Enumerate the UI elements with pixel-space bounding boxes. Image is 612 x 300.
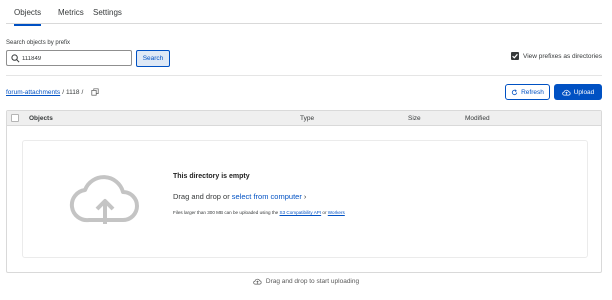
- tab-bar: Objects Metrics Settings: [6, 0, 602, 26]
- breadcrumb-separator: /: [81, 88, 84, 96]
- divider: [6, 75, 602, 76]
- search-input[interactable]: [22, 53, 127, 64]
- empty-state-note: Files larger than 300 MB can be uploaded…: [173, 210, 345, 215]
- breadcrumb: forum-attachments / 1118 /: [6, 88, 99, 96]
- search-button[interactable]: Search: [136, 50, 170, 67]
- view-prefixes-label: View prefixes as directories: [523, 52, 602, 60]
- cloud-upload-icon: [69, 175, 139, 224]
- chevron-right-icon: ›: [303, 192, 307, 201]
- drag-prefix-text: Drag and drop or: [173, 192, 230, 201]
- workers-link[interactable]: Workers: [328, 210, 345, 215]
- column-header-type[interactable]: Type: [300, 115, 314, 122]
- cloud-upload-icon: [562, 89, 571, 95]
- objects-table: Objects Type Size Modified This director…: [6, 110, 602, 273]
- empty-state-drag-text: Drag and drop or select from computer ›: [173, 192, 306, 201]
- tab-metrics[interactable]: Metrics: [58, 8, 84, 17]
- refresh-icon: [512, 89, 518, 95]
- tab-settings[interactable]: Settings: [93, 8, 122, 17]
- select-from-computer-link[interactable]: select from computer: [232, 192, 302, 201]
- column-header-objects[interactable]: Objects: [29, 115, 53, 122]
- table-header: Objects Type Size Modified: [7, 111, 601, 126]
- upload-button[interactable]: Upload: [554, 84, 602, 100]
- note-prefix-text: Files larger than 300 MB can be uploaded…: [173, 210, 279, 215]
- upload-label: Upload: [573, 88, 595, 96]
- refresh-button[interactable]: Refresh: [505, 84, 550, 100]
- note-mid-text: or: [322, 210, 327, 215]
- footer-hint-text: Drag and drop to start uploading: [265, 278, 360, 285]
- empty-state-title: This directory is empty: [173, 173, 250, 180]
- copy-icon[interactable]: [91, 88, 99, 96]
- cloud-upload-icon: [253, 278, 262, 285]
- breadcrumb-bucket-link[interactable]: forum-attachments: [6, 89, 60, 96]
- tab-objects[interactable]: Objects: [14, 8, 42, 26]
- search-field[interactable]: [6, 50, 132, 66]
- column-header-modified[interactable]: Modified: [465, 115, 490, 122]
- search-label: Search objects by prefix: [6, 40, 71, 46]
- checkbox-checked-icon[interactable]: [511, 52, 519, 60]
- empty-dropzone[interactable]: This directory is empty Drag and drop or…: [22, 140, 588, 258]
- column-header-size[interactable]: Size: [408, 115, 421, 122]
- s3-api-link[interactable]: S3 Compatibility API: [280, 210, 322, 215]
- refresh-label: Refresh: [521, 88, 544, 96]
- footer-drag-hint: Drag and drop to start uploading: [0, 278, 612, 285]
- view-prefixes-toggle[interactable]: View prefixes as directories: [511, 52, 602, 60]
- breadcrumb-folder: 1118: [66, 88, 80, 96]
- search-icon: [11, 54, 20, 63]
- breadcrumb-separator: /: [62, 88, 64, 96]
- select-all-checkbox[interactable]: [11, 114, 19, 122]
